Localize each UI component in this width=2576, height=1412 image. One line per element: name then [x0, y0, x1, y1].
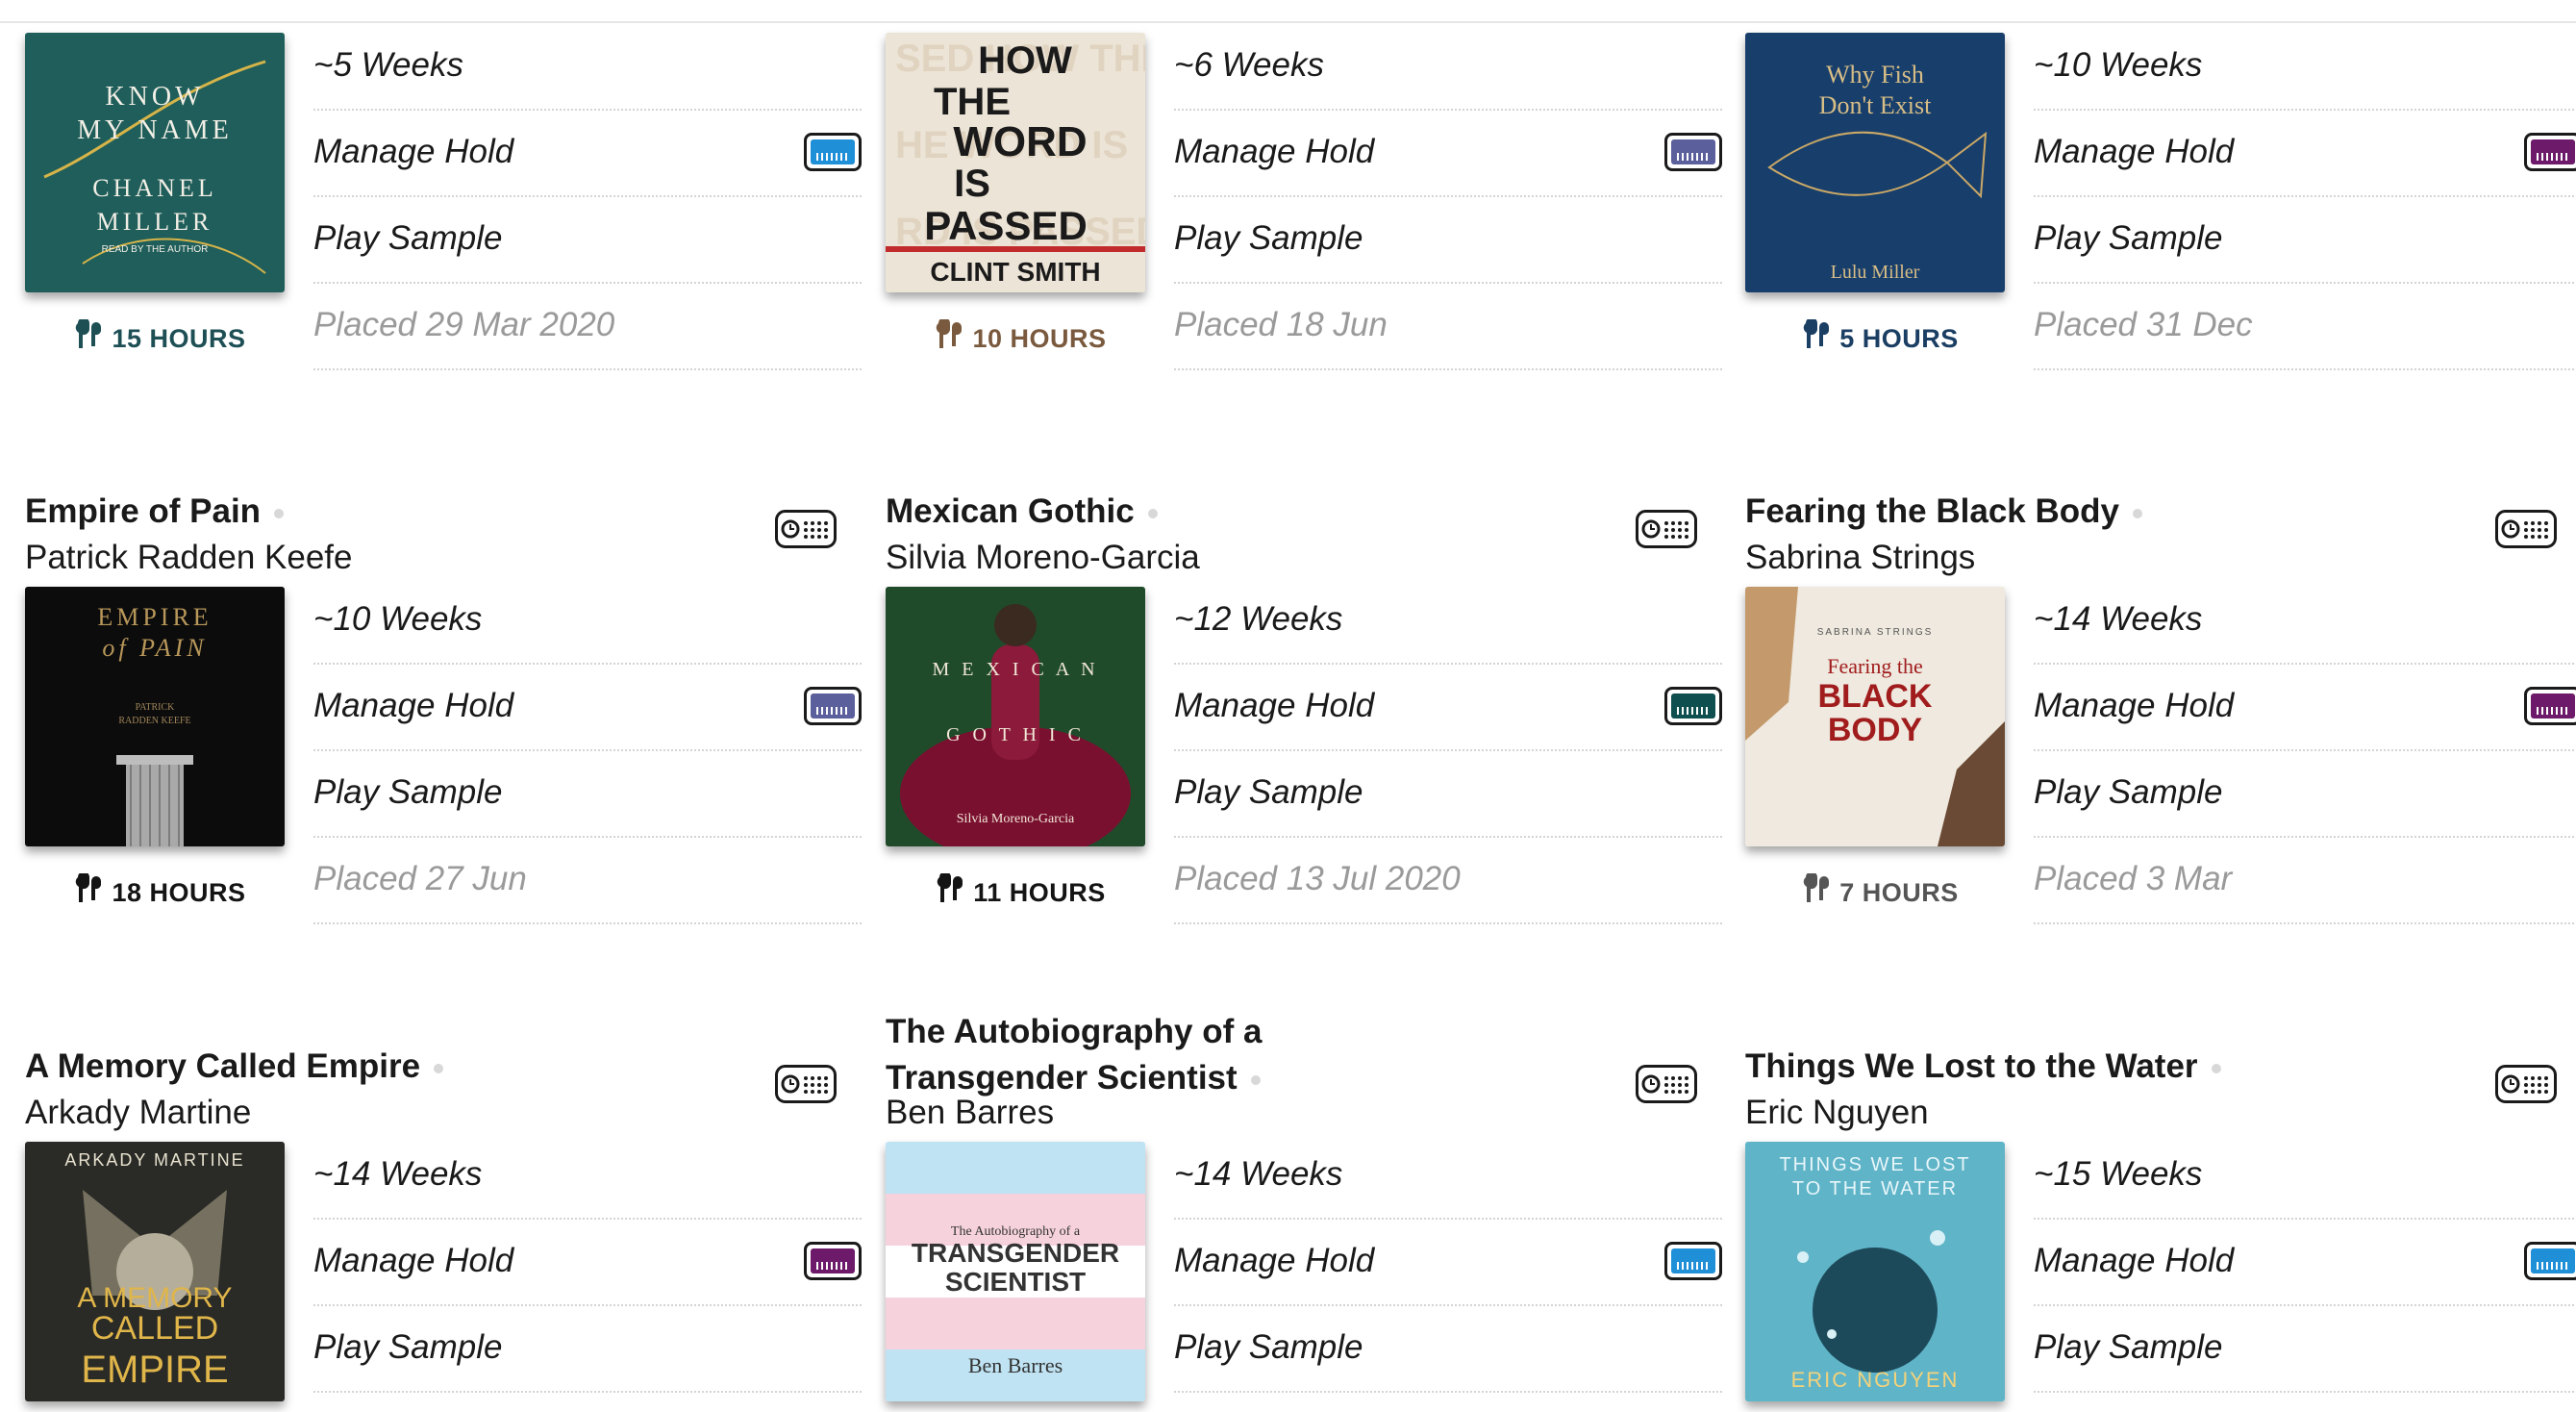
wait-time-estimate-icon[interactable] [1636, 1065, 1697, 1103]
book-cover[interactable]: ARKADY MARTINE A MEMORY CALLED EMPIRE [25, 1142, 285, 1401]
play-sample-button[interactable]: Play Sample [2034, 1305, 2576, 1393]
play-sample-button[interactable]: Play Sample [1174, 1305, 1722, 1393]
library-card-icon [804, 1242, 862, 1280]
svg-text:TO THE WATER: TO THE WATER [1792, 1178, 1958, 1199]
book-title[interactable]: A Memory Called Empire [25, 1044, 444, 1090]
title-dot [1250, 1074, 1261, 1085]
play-sample-button[interactable]: Play Sample [313, 1305, 862, 1393]
manage-hold-button[interactable]: Manage Hold [1174, 1219, 1722, 1306]
book-author[interactable]: Ben Barres [886, 1090, 1054, 1136]
book-cover[interactable]: The Autobiography of a TRANSGENDER SCIEN… [886, 1142, 1145, 1401]
svg-text:ERIC NGUYEN: ERIC NGUYEN [1791, 1368, 1960, 1392]
svg-text:The Autobiography of a: The Autobiography of a [951, 1224, 1081, 1239]
library-card-icon [2524, 1242, 2576, 1280]
wait-estimate: ~15 Weeks [2034, 1132, 2576, 1220]
hold-card: A Memory Called Empire Arkady Martine ARK… [25, 0, 862, 1412]
book-author[interactable]: Arkady Martine [25, 1090, 251, 1136]
wait-estimate: ~14 Weeks [1174, 1132, 1722, 1220]
svg-text:ARKADY MARTINE: ARKADY MARTINE [64, 1150, 244, 1170]
wait-time-estimate-icon[interactable] [775, 1065, 837, 1103]
wait-estimate: ~14 Weeks [313, 1132, 862, 1220]
svg-text:CALLED: CALLED [91, 1310, 218, 1347]
title-dot [434, 1063, 444, 1073]
svg-text:THINGS WE LOST: THINGS WE LOST [1779, 1154, 1970, 1175]
svg-text:EMPIRE: EMPIRE [81, 1349, 228, 1391]
manage-hold-button[interactable]: Manage Hold [313, 1219, 862, 1306]
wait-time-estimate-icon[interactable] [2495, 1065, 2557, 1103]
book-title[interactable]: The Autobiography of a [886, 1009, 1262, 1055]
svg-text:SCIENTIST: SCIENTIST [945, 1267, 1086, 1297]
book-title[interactable]: Things We Lost to the Water [1745, 1044, 2221, 1090]
svg-text:Ben Barres: Ben Barres [968, 1353, 1063, 1377]
manage-hold-button[interactable]: Manage Hold [2034, 1219, 2576, 1306]
title-dot [2211, 1063, 2221, 1073]
hold-card: Things We Lost to the Water Eric Nguyen T… [1745, 0, 2576, 1412]
book-author[interactable]: Eric Nguyen [1745, 1090, 1929, 1136]
svg-text:TRANSGENDER: TRANSGENDER [912, 1238, 1119, 1268]
book-cover[interactable]: THINGS WE LOST TO THE WATER ERIC NGUYEN [1745, 1142, 2005, 1401]
hold-card: The Autobiography of a Transgender Scient… [886, 0, 1722, 1412]
library-card-icon [1664, 1242, 1722, 1280]
